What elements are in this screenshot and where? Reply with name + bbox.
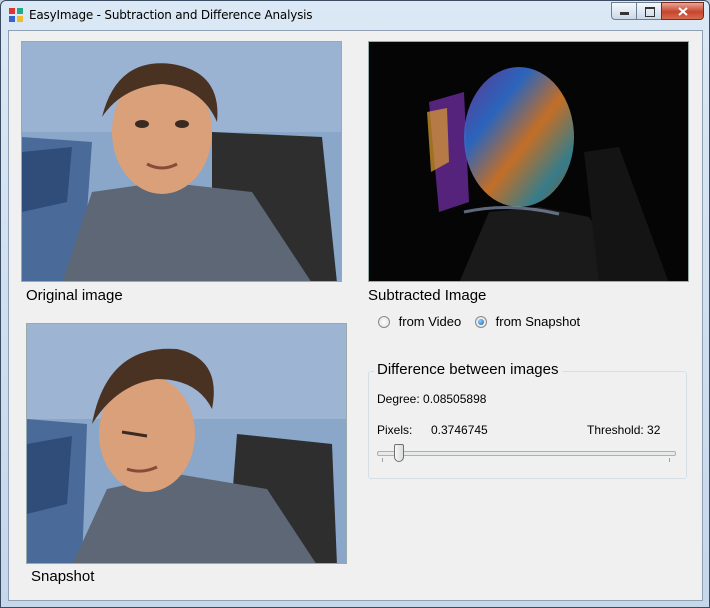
original-image — [21, 41, 342, 282]
minimize-button[interactable] — [611, 2, 637, 20]
snapshot-label: Snapshot — [31, 568, 95, 585]
degree-text: Degree: 0.08505898 — [377, 392, 487, 406]
original-photo — [22, 42, 341, 281]
radio-from-video-label: from Video — [398, 314, 462, 329]
application-window: EasyImage - Subtraction and Difference A… — [0, 0, 710, 608]
original-image-label: Original image — [26, 287, 123, 304]
snapshot-image — [26, 323, 347, 564]
maximize-button[interactable] — [636, 2, 662, 20]
slider-tick-end — [669, 458, 670, 462]
maximize-icon — [645, 7, 655, 17]
subtracted-image — [368, 41, 689, 282]
subtracted-photo — [369, 42, 688, 281]
difference-group-title: Difference between images — [374, 361, 562, 378]
form-client-area: Original image Subtracted Image from Vid… — [8, 30, 703, 601]
close-icon — [678, 7, 688, 16]
radio-from-snapshot[interactable]: from Snapshot — [475, 314, 580, 329]
app-icon — [9, 8, 23, 22]
minimize-icon — [620, 12, 629, 15]
radio-from-video[interactable]: from Video — [378, 314, 461, 329]
difference-groupbox: Difference between images Degree: 0.0850… — [368, 361, 687, 479]
subtracted-image-label: Subtracted Image — [368, 287, 487, 304]
threshold-slider-track[interactable] — [377, 451, 676, 456]
slider-tick-start — [382, 458, 383, 462]
threshold-text: Threshold: 32 — [587, 423, 661, 437]
radio-snapshot-indicator[interactable] — [475, 316, 487, 328]
pixels-label: Pixels: — [377, 423, 413, 437]
pixels-value: 0.3746745 — [431, 423, 488, 437]
close-button[interactable] — [661, 2, 704, 20]
radio-video-indicator[interactable] — [378, 316, 390, 328]
snapshot-photo — [27, 324, 346, 563]
radio-from-snapshot-label: from Snapshot — [495, 314, 581, 329]
title-bar[interactable]: EasyImage - Subtraction and Difference A… — [1, 1, 709, 29]
window-title: EasyImage - Subtraction and Difference A… — [29, 8, 313, 22]
threshold-slider-thumb[interactable] — [394, 444, 405, 462]
